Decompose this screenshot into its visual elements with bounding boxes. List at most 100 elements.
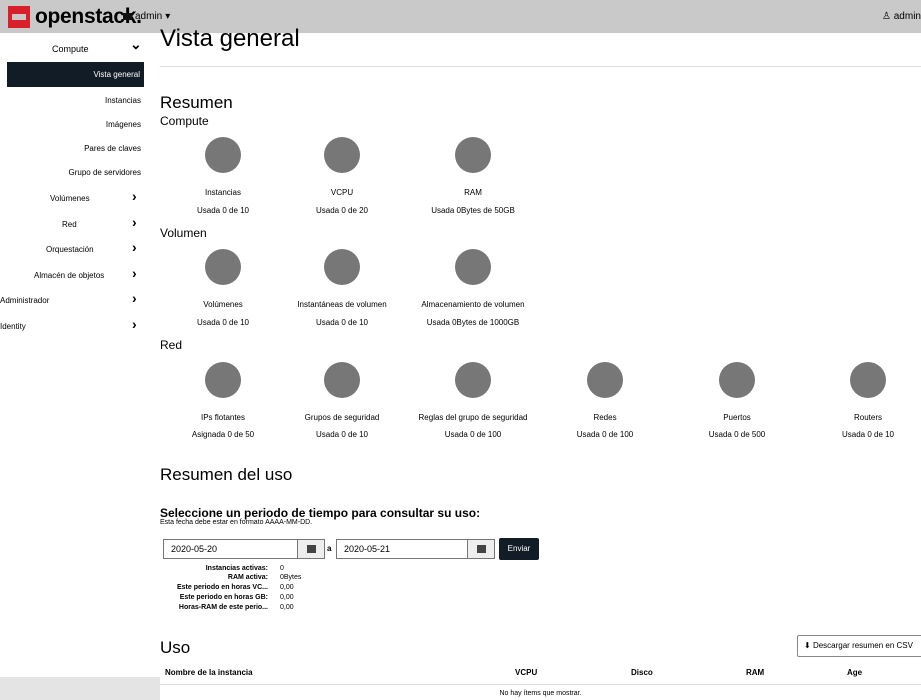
usage-title: Uso bbox=[160, 638, 191, 657]
stat-label: Horas-RAM de este perio... bbox=[178, 604, 268, 611]
calendar-icon bbox=[477, 545, 486, 553]
divider bbox=[160, 66, 921, 67]
usage-summary-title: Resumen del uso bbox=[160, 465, 293, 484]
sidebar-item-volumenes[interactable]: Volúmenes bbox=[50, 194, 90, 203]
column-header-disk[interactable]: Disco bbox=[631, 668, 653, 677]
stat-value: 0,00 bbox=[280, 594, 294, 601]
usage-pie-chart bbox=[850, 362, 886, 398]
quota-label: Instantáneas de volumen bbox=[297, 300, 387, 309]
calendar-button[interactable] bbox=[467, 539, 495, 559]
column-header-ram[interactable]: RAM bbox=[746, 668, 764, 677]
sidebar-item-instancias[interactable]: Instancias bbox=[105, 96, 141, 105]
usage-pie-chart bbox=[205, 249, 241, 285]
quota-label: IPs flotantes bbox=[200, 413, 246, 422]
download-csv-label: Descargar resumen en CSV bbox=[812, 641, 913, 650]
usage-pie-chart bbox=[587, 362, 623, 398]
quota-usage: Usada 0 de 100 bbox=[444, 430, 502, 439]
group-title-volumen: Volumen bbox=[160, 226, 207, 240]
sidebar-item-identity[interactable]: Identity bbox=[0, 322, 26, 331]
quota-label: Reglas del grupo de seguridad bbox=[418, 413, 528, 422]
quota-label: VCPU bbox=[330, 188, 354, 197]
usage-pie-chart bbox=[455, 137, 491, 173]
quota-label: Volúmenes bbox=[203, 300, 243, 309]
quota-label: Almacenamiento de volumen bbox=[421, 300, 525, 309]
empty-table-message: No hay ítems que mostrar. bbox=[499, 690, 582, 697]
user-name: admin bbox=[893, 11, 921, 22]
sidebar-item-administrador[interactable]: Administrador bbox=[0, 296, 49, 305]
usage-pie-chart bbox=[205, 137, 241, 173]
chevron-right-icon: › bbox=[132, 239, 137, 255]
calendar-button[interactable] bbox=[297, 539, 325, 559]
date-range-separator: a bbox=[327, 544, 332, 553]
calendar-icon bbox=[307, 545, 316, 553]
group-title-compute: Compute bbox=[160, 114, 209, 128]
quota-usage: Usada 0 de 10 bbox=[196, 318, 250, 327]
table-divider bbox=[160, 684, 921, 685]
download-csv-button[interactable]: ⬇ Descargar resumen en CSV bbox=[797, 635, 921, 657]
stat-value: 0Bytes bbox=[280, 574, 302, 581]
sidebar-item-red[interactable]: Red bbox=[62, 220, 77, 229]
quota-label: Redes bbox=[593, 413, 617, 422]
sidebar-item-imagenes[interactable]: Imágenes bbox=[106, 120, 141, 129]
submit-button[interactable]: Enviar bbox=[499, 538, 539, 560]
quota-label: Instancias bbox=[204, 188, 242, 197]
page-title: Vista general bbox=[160, 25, 300, 52]
sidebar-item-grupo-de-servidores[interactable]: Grupo de servidores bbox=[69, 168, 141, 177]
top-bar: openstack. admin ▾ ♙ admin bbox=[0, 0, 921, 33]
user-menu[interactable]: ♙ admin bbox=[882, 11, 921, 22]
chevron-right-icon: › bbox=[132, 214, 137, 230]
quota-usage: Usada 0 de 100 bbox=[576, 430, 634, 439]
sidebar-item-orquestacion[interactable]: Orquestación bbox=[46, 245, 94, 254]
sidebar-item-pares-de-claves[interactable]: Pares de claves bbox=[84, 144, 141, 153]
usage-pie-chart bbox=[455, 249, 491, 285]
usage-pie-chart bbox=[205, 362, 241, 398]
quota-usage: Usada 0 de 10 bbox=[841, 430, 895, 439]
quota-usage: Usada 0 de 500 bbox=[708, 430, 766, 439]
stat-label: Instancias activas: bbox=[205, 565, 268, 572]
chevron-right-icon: › bbox=[132, 316, 137, 332]
stat-label: RAM activa: bbox=[227, 574, 268, 581]
period-title: Seleccione un periodo de tiempo para con… bbox=[160, 506, 481, 520]
sidebar-item-label: Vista general bbox=[93, 70, 140, 79]
sidebar-footer bbox=[0, 677, 160, 700]
quota-usage: Usada 0Bytes de 1000GB bbox=[426, 318, 520, 327]
project-dropdown[interactable]: admin ▾ bbox=[123, 11, 170, 22]
usage-pie-chart bbox=[455, 362, 491, 398]
sidebar-item-compute[interactable]: Compute bbox=[52, 44, 89, 54]
chevron-right-icon: › bbox=[132, 290, 137, 306]
usage-pie-chart bbox=[324, 362, 360, 398]
quota-usage: Usada 0 de 20 bbox=[315, 206, 369, 215]
column-header-vcpu[interactable]: VCPU bbox=[515, 668, 537, 677]
chevron-right-icon: › bbox=[132, 265, 137, 281]
column-header-instance-name[interactable]: Nombre de la instancia bbox=[165, 668, 253, 677]
stat-label: Este periodo en horas GB: bbox=[179, 594, 268, 601]
stat-label: Este periodo en horas VC... bbox=[176, 584, 268, 591]
quota-label: Puertos bbox=[723, 413, 751, 422]
stat-value: 0,00 bbox=[280, 584, 294, 591]
chevron-down-icon: ⌄ bbox=[130, 36, 142, 52]
user-icon: ♙ bbox=[882, 11, 891, 22]
usage-pie-chart bbox=[324, 137, 360, 173]
quota-usage: Usada 0 de 10 bbox=[196, 206, 250, 215]
chevron-right-icon: › bbox=[132, 188, 137, 204]
download-icon: ⬇ bbox=[804, 641, 811, 650]
date-from-field[interactable]: 2020-05-20 bbox=[163, 539, 298, 559]
quota-label: Routers bbox=[853, 413, 882, 422]
quota-usage: Usada 0 de 10 bbox=[315, 318, 369, 327]
summary-title: Resumen bbox=[160, 93, 233, 112]
quota-label: Grupos de seguridad bbox=[304, 413, 380, 422]
quota-usage: Usada 0Bytes de 50GB bbox=[431, 206, 515, 215]
date-to-field[interactable]: 2020-05-21 bbox=[336, 539, 468, 559]
quota-label: RAM bbox=[464, 188, 482, 197]
stat-value: 0,00 bbox=[280, 604, 294, 611]
openstack-logo[interactable]: openstack. bbox=[8, 5, 142, 29]
group-title-red: Red bbox=[160, 338, 183, 352]
sidebar-item-almacen-de-objetos[interactable]: Almacén de objetos bbox=[34, 271, 104, 280]
usage-pie-chart bbox=[719, 362, 755, 398]
date-format-hint: Esta fecha debe estar en formato AAAA-MM… bbox=[160, 519, 313, 526]
sidebar-item-vista-general[interactable]: Vista general bbox=[7, 62, 144, 87]
quota-usage: Asignada 0 de 50 bbox=[191, 430, 255, 439]
caret-down-icon: ▾ bbox=[165, 11, 171, 22]
column-header-age[interactable]: Age bbox=[847, 668, 862, 677]
stat-value: 0 bbox=[280, 565, 284, 572]
